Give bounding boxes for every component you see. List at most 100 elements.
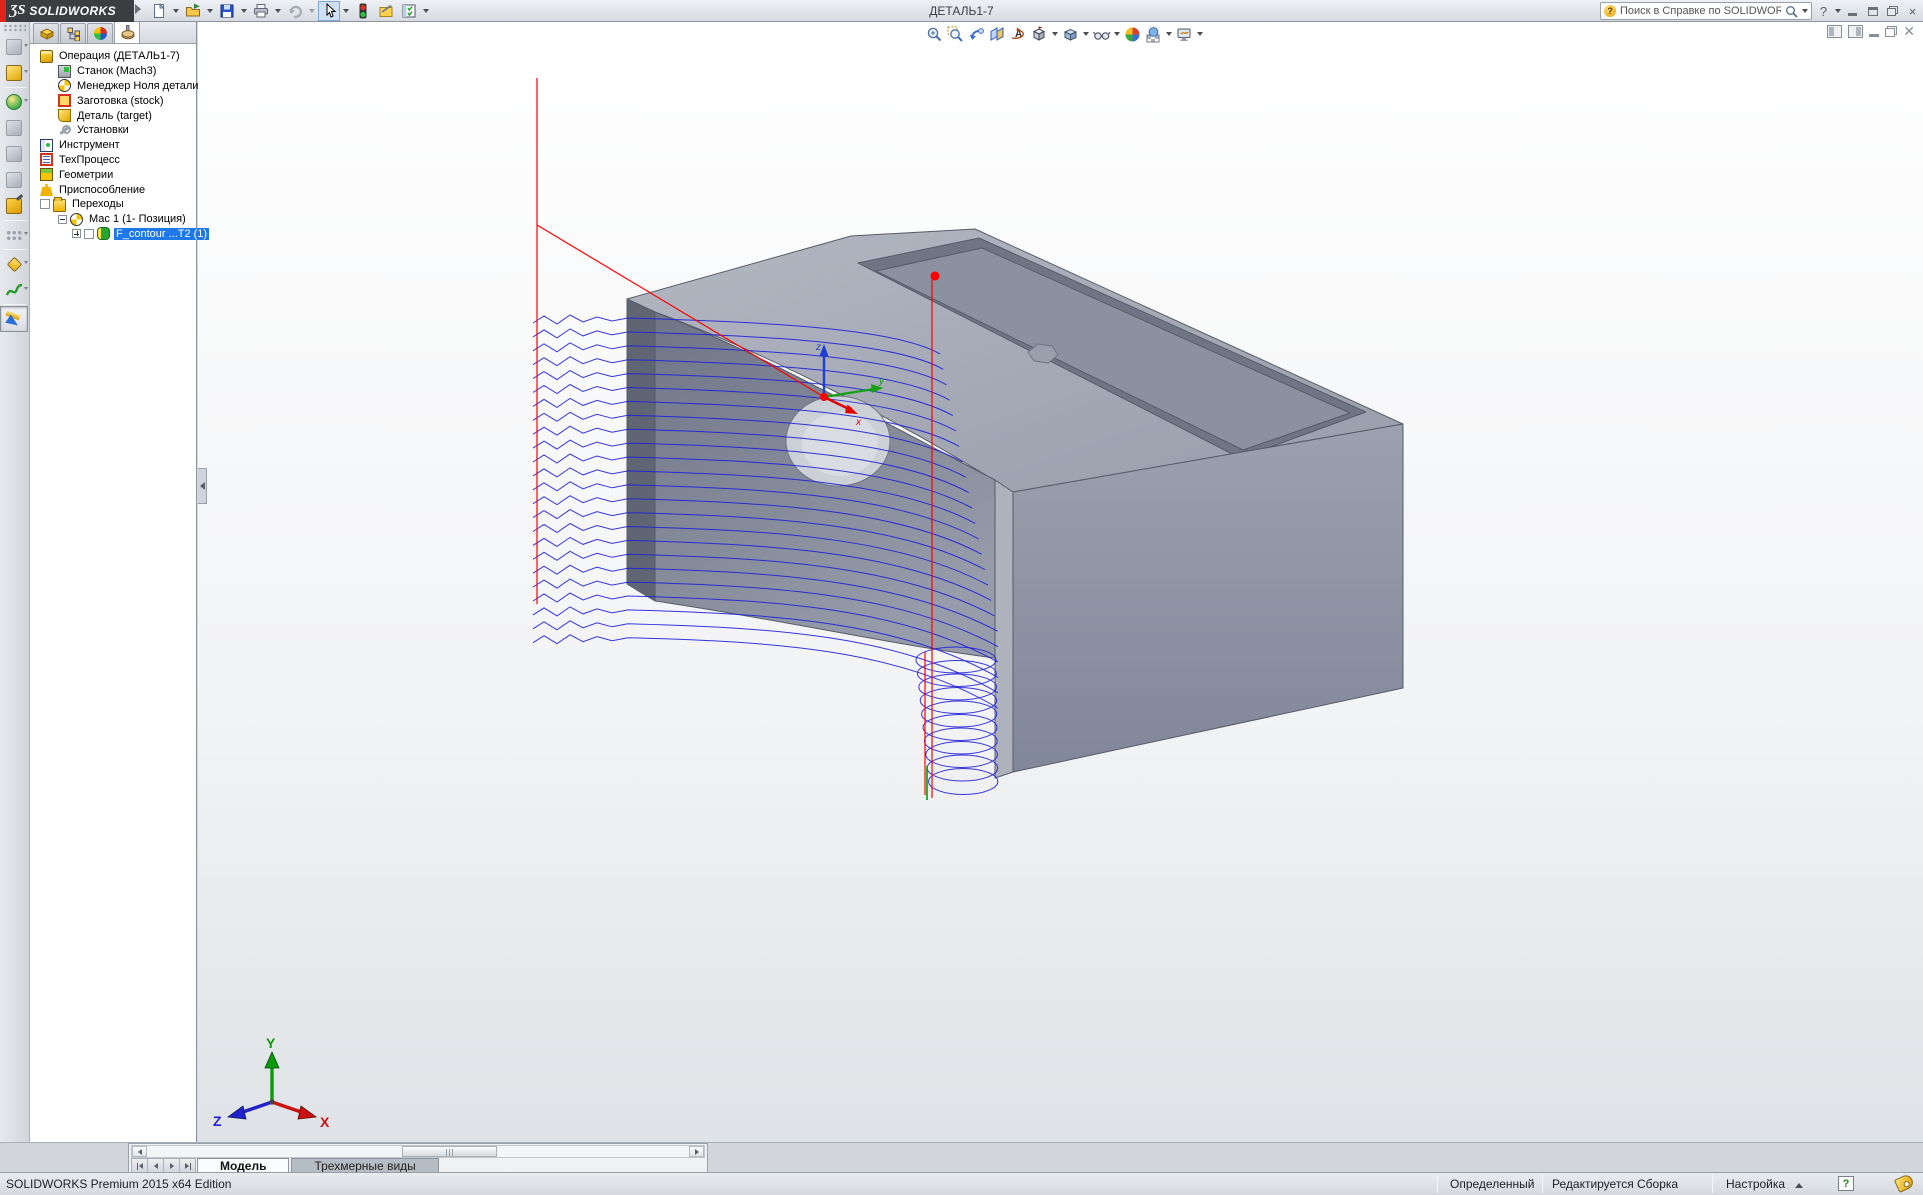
help-dropdown[interactable] (1835, 9, 1841, 13)
scroll-track[interactable] (147, 1146, 689, 1157)
part-definition-button[interactable] (0, 89, 28, 115)
toolpath-mode-button[interactable] (0, 306, 28, 332)
point-feature-button[interactable] (0, 251, 28, 277)
doc-minimize-icon[interactable] (1869, 34, 1879, 37)
collapse-expander[interactable] (58, 215, 67, 224)
origin-z-label: z (815, 342, 821, 353)
edit-note-button[interactable] (375, 1, 397, 21)
display-style-dropdown[interactable] (1081, 24, 1091, 44)
traffic-light-icon (355, 3, 371, 19)
select-button[interactable] (318, 1, 340, 21)
tree-item-transitions[interactable]: Переходы (32, 197, 194, 212)
maximize-button[interactable] (1864, 3, 1881, 19)
design-checker-button[interactable] (398, 1, 420, 21)
tab-feature-manager[interactable] (33, 23, 59, 43)
stock-definition-button[interactable] (0, 60, 28, 86)
note-pencil-icon (378, 3, 394, 19)
undo-dropdown[interactable] (307, 1, 317, 21)
expand-expander[interactable] (72, 229, 81, 238)
apply-scene-button[interactable] (1143, 24, 1164, 45)
pane-right-button[interactable] (1848, 25, 1863, 38)
doc-restore-icon[interactable] (1885, 26, 1897, 37)
new-dropdown[interactable] (171, 1, 181, 21)
apply-scene-dropdown[interactable] (1164, 24, 1174, 44)
rotate-view-button[interactable]: A (1008, 24, 1029, 45)
pane-left-button[interactable] (1827, 25, 1842, 38)
edit-appearance-button[interactable] (1122, 24, 1143, 45)
tag-icon[interactable] (1894, 1173, 1915, 1193)
undo-button[interactable] (284, 1, 306, 21)
view-orientation-button[interactable] (1029, 24, 1050, 45)
minimize-button[interactable] (1844, 3, 1861, 19)
search-input[interactable]: Поиск в Справке по SOLIDWORKS (1620, 5, 1781, 17)
open-button[interactable] (182, 1, 204, 21)
zoom-to-area-button[interactable] (945, 24, 966, 45)
tab-property-manager[interactable] (60, 23, 86, 43)
tree-item-contour[interactable]: F_contour ...T2 (1) (32, 227, 194, 242)
display-style-button[interactable] (1060, 24, 1081, 45)
transitions-checkbox[interactable] (40, 199, 50, 209)
tree-item-process[interactable]: ТехПроцесс (32, 153, 194, 168)
tree-item-target[interactable]: Деталь (target) (32, 108, 194, 123)
tree-item-origin-manager[interactable]: Менеджер Ноля детали (32, 79, 194, 94)
save-button[interactable] (216, 1, 238, 21)
restore-button[interactable] (1884, 3, 1901, 19)
surface-feature-button[interactable] (0, 167, 28, 193)
folder-icon (53, 199, 66, 212)
titlebar-right: ? Поиск в Справке по SOLIDWORKS ? × (1600, 1, 1921, 21)
menu-expand-arrow-icon[interactable] (135, 4, 141, 14)
section-view-button[interactable] (987, 24, 1008, 45)
pattern-matrix-button[interactable] (0, 222, 28, 248)
help-search-box[interactable]: ? Поиск в Справке по SOLIDWORKS (1600, 2, 1812, 20)
quick-tips-button[interactable]: ? (1838, 1176, 1854, 1191)
panel-collapse-handle[interactable] (198, 468, 207, 504)
help-button[interactable]: ? (1815, 3, 1832, 19)
new-button[interactable] (148, 1, 170, 21)
tree-item-fixture[interactable]: Приспособление (32, 182, 194, 197)
interference-check-button[interactable] (352, 1, 374, 21)
target-part-icon (58, 109, 71, 122)
tree-item-setups[interactable]: Установки (32, 123, 194, 138)
design-checker-dropdown[interactable] (421, 1, 431, 21)
origin-icon (58, 79, 71, 92)
solid-feature-button[interactable] (0, 141, 28, 167)
zoom-to-fit-button[interactable] (924, 24, 945, 45)
hide-show-items-button[interactable] (1091, 24, 1112, 45)
settings-button[interactable]: Настройка (1726, 1177, 1803, 1191)
rotate-view-icon: A (1010, 26, 1027, 43)
graphics-area[interactable]: z y x Y Z X (198, 22, 1923, 1142)
curve-feature-button[interactable] (0, 277, 28, 303)
tree-item-tool[interactable]: Инструмент (32, 138, 194, 153)
print-dropdown[interactable] (273, 1, 283, 21)
contour-checkbox[interactable] (84, 229, 94, 239)
search-icon[interactable] (1785, 5, 1798, 18)
tab-configuration-manager[interactable] (87, 23, 113, 43)
toolbar-grip[interactable] (3, 24, 26, 32)
tree-item-operation[interactable]: Операция (ДЕТАЛЬ1-7) (32, 49, 194, 64)
open-dropdown[interactable] (205, 1, 215, 21)
extrude-feature-button[interactable] (0, 115, 28, 141)
search-dropdown[interactable] (1802, 9, 1808, 13)
tree-item-position[interactable]: Мас 1 (1- Позиция) (32, 212, 194, 227)
close-button[interactable]: × (1904, 3, 1921, 19)
hide-show-dropdown[interactable] (1112, 24, 1122, 44)
previous-view-button[interactable] (966, 24, 987, 45)
horizontal-scrollbar[interactable] (131, 1145, 705, 1158)
scroll-right-button[interactable] (689, 1146, 704, 1157)
scroll-left-button[interactable] (132, 1146, 147, 1157)
scroll-thumb[interactable] (402, 1146, 497, 1157)
define-machine-button[interactable] (0, 34, 28, 60)
doc-close-icon[interactable]: ✕ (1903, 26, 1915, 37)
tree-item-stock[interactable]: Заготовка (stock) (32, 93, 194, 108)
view-settings-dropdown[interactable] (1195, 24, 1205, 44)
view-settings-button[interactable] (1174, 24, 1195, 45)
select-dropdown[interactable] (341, 1, 351, 21)
model-scene[interactable]: z y x Y Z X (198, 22, 1923, 1142)
save-dropdown[interactable] (239, 1, 249, 21)
print-button[interactable] (250, 1, 272, 21)
tree-item-machine[interactable]: Станок (Mach3) (32, 64, 194, 79)
fixture-definition-button[interactable] (0, 193, 28, 219)
tree-item-geometry[interactable]: Геометрии (32, 167, 194, 182)
tab-cam-manager[interactable] (114, 21, 140, 43)
view-orientation-dropdown[interactable] (1050, 24, 1060, 44)
